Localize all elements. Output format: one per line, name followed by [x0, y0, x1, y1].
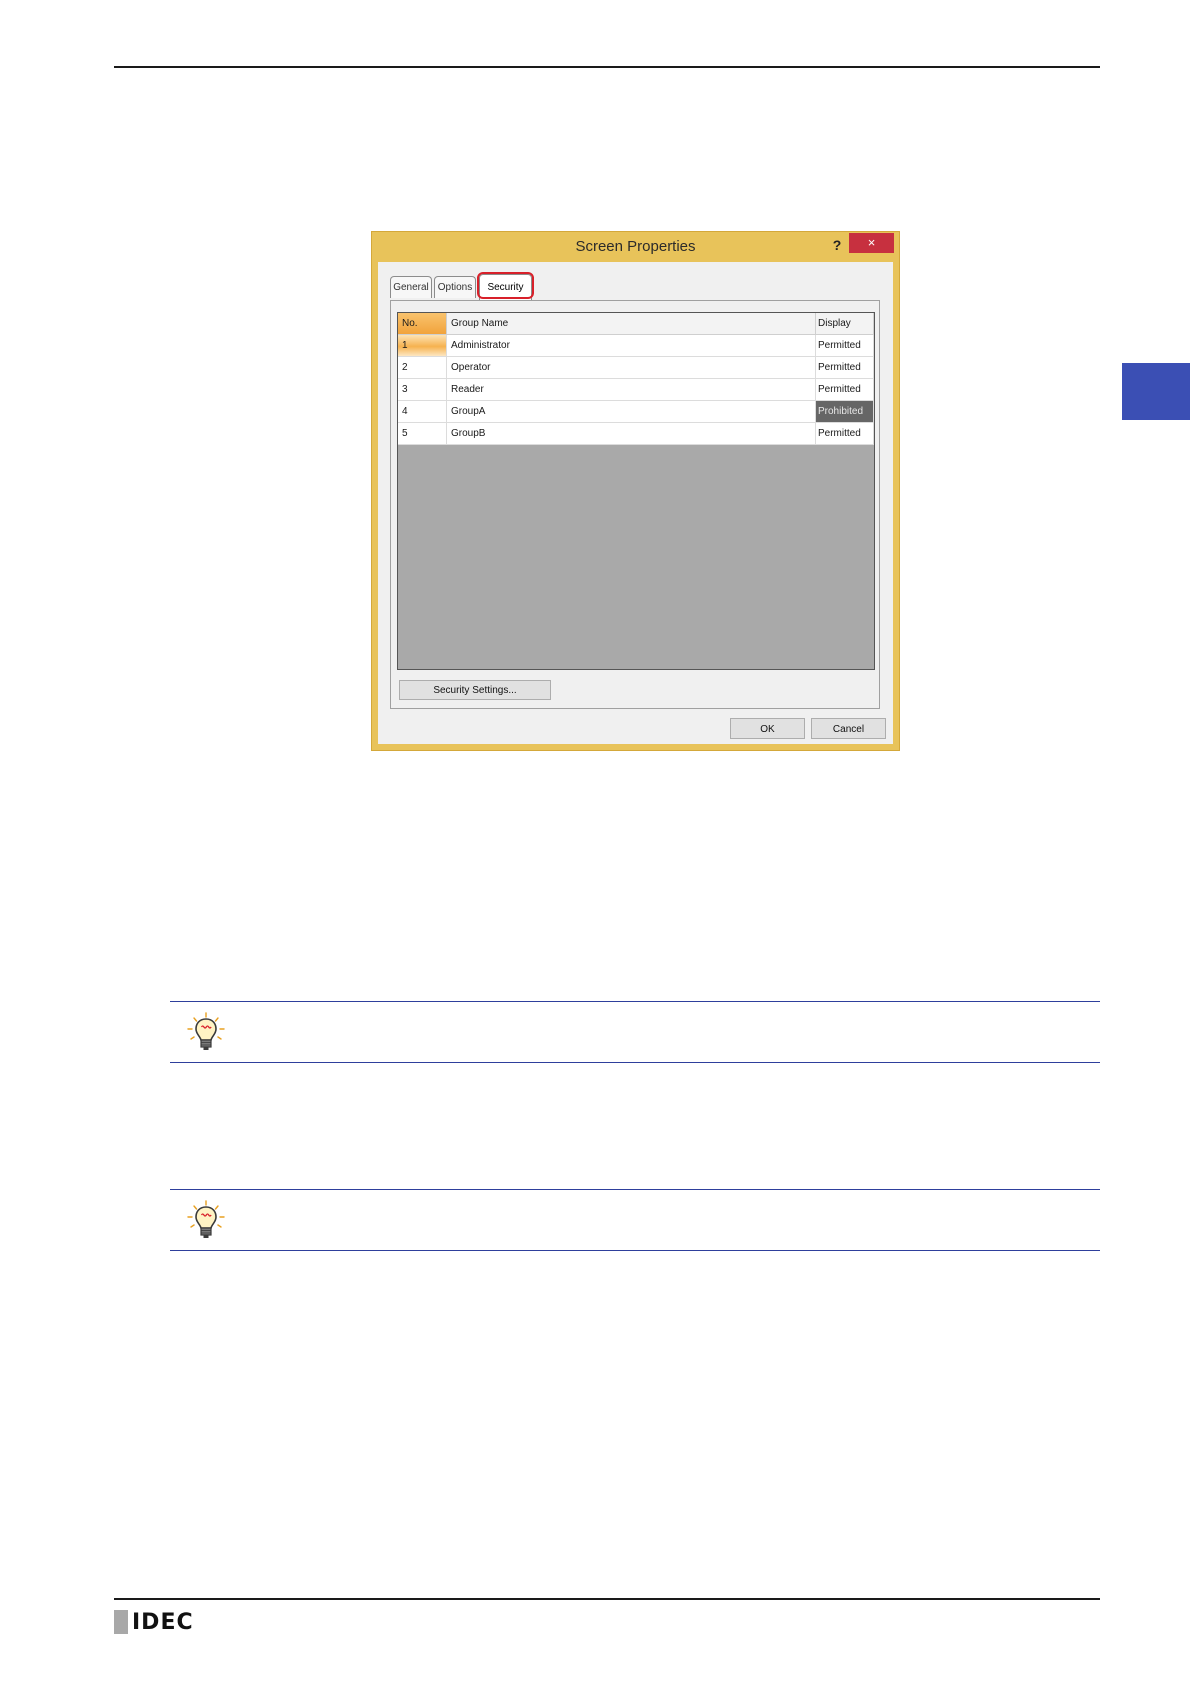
col-header-no[interactable]: No.	[398, 313, 447, 335]
lightbulb-icon	[187, 1012, 225, 1050]
cancel-button[interactable]: Cancel	[811, 718, 886, 739]
header-rule	[114, 66, 1100, 68]
cell-display[interactable]: Permitted	[816, 335, 874, 357]
close-button[interactable]: ×	[849, 233, 894, 253]
table-row[interactable]: 4 GroupA Prohibited	[398, 401, 874, 423]
logo-mark	[114, 1610, 128, 1634]
cell-group-name[interactable]: GroupA	[447, 401, 816, 423]
help-button[interactable]: ?	[825, 235, 849, 255]
table-row[interactable]: 1 Administrator Permitted	[398, 335, 874, 357]
table-row[interactable]: 3 Reader Permitted	[398, 379, 874, 401]
hint-box	[170, 1001, 1100, 1063]
dialog-client-area: General Options Security No. Group Name …	[378, 262, 893, 744]
cell-display[interactable]: Permitted	[816, 357, 874, 379]
idec-logo: IDEC	[114, 1609, 194, 1635]
cell-no[interactable]: 4	[398, 401, 447, 423]
cell-no[interactable]: 1	[398, 335, 447, 357]
group-grid: No. Group Name Display 1 Administrator P…	[397, 312, 875, 670]
cell-display[interactable]: Prohibited	[816, 401, 874, 423]
footer-rule	[114, 1598, 1100, 1600]
cell-group-name[interactable]: Administrator	[447, 335, 816, 357]
tab-general[interactable]: General	[390, 276, 432, 298]
grid-header-row: No. Group Name Display	[398, 313, 874, 335]
dialog-titlebar: Screen Properties ? ×	[372, 232, 899, 262]
cell-no[interactable]: 3	[398, 379, 447, 401]
col-header-display[interactable]: Display	[816, 313, 874, 335]
cell-display[interactable]: Permitted	[816, 423, 874, 445]
cell-group-name[interactable]: Reader	[447, 379, 816, 401]
security-tab-highlight	[477, 272, 534, 299]
cell-no[interactable]: 5	[398, 423, 447, 445]
security-settings-button[interactable]: Security Settings...	[399, 680, 551, 700]
col-header-group-name[interactable]: Group Name	[447, 313, 816, 335]
table-row[interactable]: 2 Operator Permitted	[398, 357, 874, 379]
logo-text: IDEC	[132, 1609, 194, 1635]
security-panel: No. Group Name Display 1 Administrator P…	[390, 300, 880, 709]
cell-no[interactable]: 2	[398, 357, 447, 379]
lightbulb-icon	[187, 1200, 225, 1238]
tab-options[interactable]: Options	[434, 276, 476, 298]
dialog-title: Screen Properties	[575, 238, 696, 255]
table-row[interactable]: 5 GroupB Permitted	[398, 423, 874, 445]
screen-properties-dialog: Screen Properties ? × General Options Se…	[371, 231, 900, 751]
cell-group-name[interactable]: GroupB	[447, 423, 816, 445]
chapter-side-tab	[1122, 363, 1190, 420]
ok-button[interactable]: OK	[730, 718, 805, 739]
hint-box	[170, 1189, 1100, 1251]
cell-display[interactable]: Permitted	[816, 379, 874, 401]
cell-group-name[interactable]: Operator	[447, 357, 816, 379]
